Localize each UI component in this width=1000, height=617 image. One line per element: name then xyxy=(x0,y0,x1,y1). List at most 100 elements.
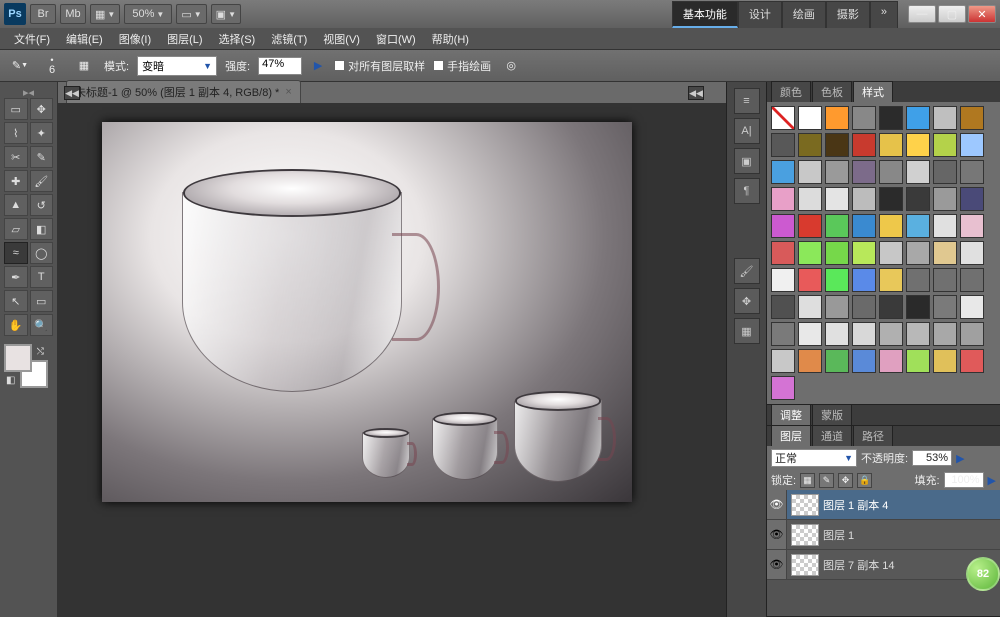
dock-paragraph-icon[interactable]: ≡ xyxy=(734,88,760,114)
style-swatch[interactable] xyxy=(798,214,822,238)
type-tool[interactable]: T xyxy=(30,266,54,288)
style-swatch[interactable] xyxy=(825,295,849,319)
style-swatch[interactable] xyxy=(933,322,957,346)
document-tab-close-icon[interactable]: × xyxy=(285,86,291,98)
style-swatch[interactable] xyxy=(852,268,876,292)
style-swatch[interactable] xyxy=(906,241,930,265)
style-swatch[interactable] xyxy=(852,133,876,157)
eraser-tool[interactable]: ▱ xyxy=(4,218,28,240)
style-swatch[interactable] xyxy=(798,322,822,346)
style-swatch[interactable] xyxy=(960,322,984,346)
layer-thumbnail[interactable] xyxy=(791,494,819,516)
brush-tool[interactable]: 🖌 xyxy=(30,170,54,192)
style-swatch[interactable] xyxy=(852,241,876,265)
style-swatch[interactable] xyxy=(933,295,957,319)
quick-select-tool[interactable]: ✦ xyxy=(30,122,54,144)
style-swatch[interactable] xyxy=(960,187,984,211)
style-swatch[interactable] xyxy=(852,214,876,238)
style-swatch[interactable] xyxy=(825,106,849,130)
style-swatch[interactable] xyxy=(852,187,876,211)
tab-swatches[interactable]: 色板 xyxy=(812,81,852,102)
view-layout-button[interactable]: ▦▼ xyxy=(90,4,120,24)
gradient-tool[interactable]: ◧ xyxy=(30,218,54,240)
style-swatch[interactable] xyxy=(771,268,795,292)
pressure-button[interactable]: ◎ xyxy=(499,54,523,78)
finger-paint-checkbox[interactable]: 手指绘画 xyxy=(433,58,491,74)
dock-brushpresets-icon[interactable]: ▦ xyxy=(734,318,760,344)
style-swatch[interactable] xyxy=(906,349,930,373)
style-swatch[interactable] xyxy=(933,214,957,238)
style-swatch[interactable] xyxy=(933,241,957,265)
layer-visibility-icon[interactable]: 👁 xyxy=(767,490,787,519)
style-swatch[interactable] xyxy=(879,322,903,346)
style-swatch[interactable] xyxy=(933,133,957,157)
tab-adjustments[interactable]: 调整 xyxy=(771,404,811,425)
tab-channels[interactable]: 通道 xyxy=(812,425,852,446)
lock-transparency-icon[interactable]: ▦ xyxy=(800,473,815,488)
style-swatch[interactable] xyxy=(825,160,849,184)
history-brush-tool[interactable]: ↺ xyxy=(30,194,54,216)
menu-filter[interactable]: 滤镜(T) xyxy=(263,28,315,49)
tab-masks[interactable]: 蒙版 xyxy=(812,404,852,425)
dock-actions-icon[interactable]: ▣ xyxy=(734,148,760,174)
style-swatch[interactable] xyxy=(852,160,876,184)
zoom-tool[interactable]: 🔍 xyxy=(30,314,54,336)
tab-paths[interactable]: 路径 xyxy=(853,425,893,446)
strength-input[interactable]: 47% xyxy=(258,57,302,75)
shape-tool[interactable]: ▭ xyxy=(30,290,54,312)
layer-row[interactable]: 👁图层 1 副本 4 xyxy=(767,490,1000,520)
lasso-tool[interactable]: ⌇ xyxy=(4,122,28,144)
style-swatch[interactable] xyxy=(771,160,795,184)
layer-blend-select[interactable]: 正常▼ xyxy=(771,449,857,467)
style-swatch[interactable] xyxy=(852,295,876,319)
style-swatch[interactable] xyxy=(798,295,822,319)
swap-colors-icon[interactable]: ⤭ xyxy=(37,346,44,357)
foreground-color-swatch[interactable] xyxy=(4,344,32,372)
lock-all-icon[interactable]: 🔒 xyxy=(857,473,872,488)
style-swatch[interactable] xyxy=(960,106,984,130)
menu-select[interactable]: 选择(S) xyxy=(211,28,264,49)
dock-paragraph2-icon[interactable]: ¶ xyxy=(734,178,760,204)
style-swatch[interactable] xyxy=(906,187,930,211)
style-swatch[interactable] xyxy=(771,295,795,319)
default-colors-icon[interactable]: ◧ xyxy=(6,375,15,386)
layer-row[interactable]: 👁图层 1 xyxy=(767,520,1000,550)
fill-flyout[interactable]: ▶ xyxy=(988,474,996,487)
style-swatch[interactable] xyxy=(933,349,957,373)
zoom-select[interactable]: 50%▼ xyxy=(124,4,172,24)
marquee-tool[interactable]: ▭ xyxy=(4,98,28,120)
style-swatch[interactable] xyxy=(879,349,903,373)
style-swatch[interactable] xyxy=(933,187,957,211)
style-swatch[interactable] xyxy=(852,349,876,373)
style-swatch[interactable] xyxy=(798,187,822,211)
hand-tool[interactable]: ✋ xyxy=(4,314,28,336)
style-swatch[interactable] xyxy=(798,241,822,265)
style-swatch[interactable] xyxy=(798,349,822,373)
sample-all-layers-checkbox[interactable]: 对所有图层取样 xyxy=(334,58,425,74)
style-swatch[interactable] xyxy=(906,322,930,346)
minimize-button[interactable]: — xyxy=(908,5,936,23)
fill-input[interactable]: 100% xyxy=(944,472,984,488)
menu-help[interactable]: 帮助(H) xyxy=(424,28,477,49)
style-swatch[interactable] xyxy=(798,133,822,157)
style-swatch[interactable] xyxy=(906,133,930,157)
strength-flyout[interactable]: ▶ xyxy=(310,54,326,78)
brush-panel-button[interactable]: ▦ xyxy=(72,54,96,78)
lock-position-icon[interactable]: ✥ xyxy=(838,473,853,488)
style-swatch[interactable] xyxy=(798,160,822,184)
eyedropper-tool[interactable]: ✎ xyxy=(30,146,54,168)
style-swatch[interactable] xyxy=(825,133,849,157)
style-swatch[interactable] xyxy=(906,214,930,238)
dock-character-icon[interactable]: A| xyxy=(734,118,760,144)
lock-pixels-icon[interactable]: ✎ xyxy=(819,473,834,488)
style-swatch[interactable] xyxy=(771,241,795,265)
dock-brush-icon[interactable]: 🖌 xyxy=(734,258,760,284)
style-swatch[interactable] xyxy=(960,241,984,265)
style-swatch[interactable] xyxy=(771,349,795,373)
tab-layers[interactable]: 图层 xyxy=(771,425,811,446)
style-swatch[interactable] xyxy=(825,214,849,238)
style-swatch[interactable] xyxy=(960,349,984,373)
canvas-area[interactable] xyxy=(58,104,726,617)
maximize-button[interactable]: ▢ xyxy=(938,5,966,23)
style-swatch[interactable] xyxy=(771,322,795,346)
